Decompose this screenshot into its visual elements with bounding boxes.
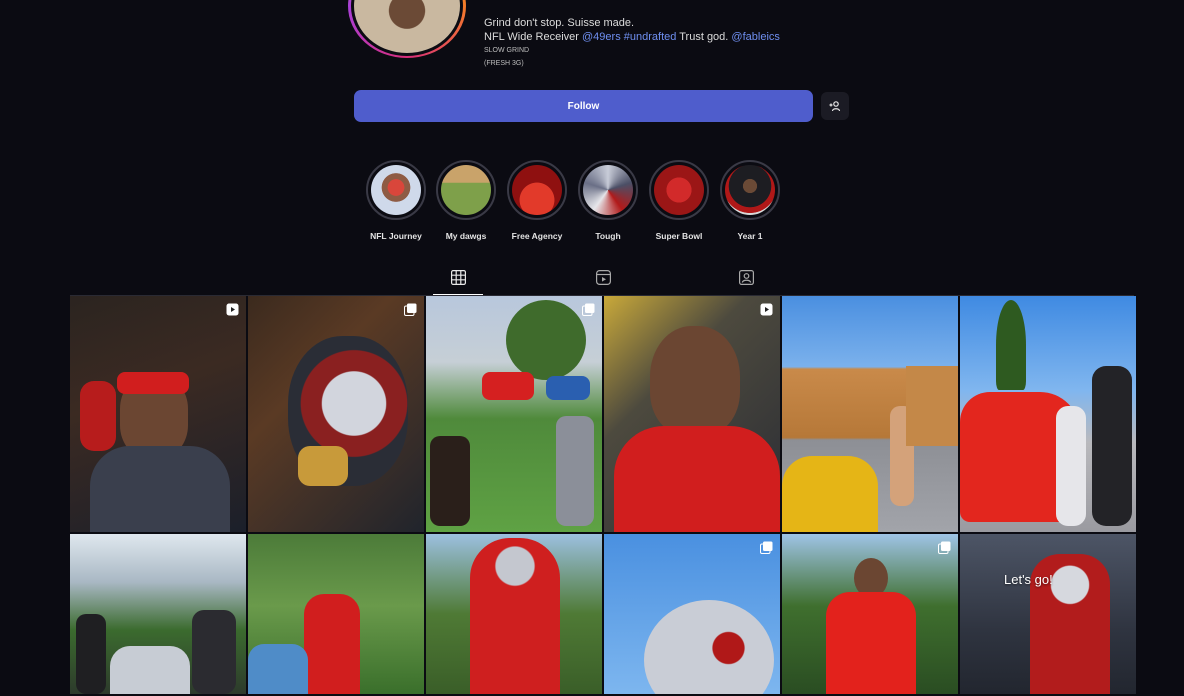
post-tile[interactable] — [604, 296, 780, 532]
post-overlay-text: Let's go! — [1004, 572, 1053, 587]
post-figure — [614, 426, 780, 532]
highlight-year-1[interactable]: Year 1 — [710, 160, 790, 241]
post-tile[interactable] — [248, 534, 424, 694]
highlight-cover — [654, 165, 704, 215]
post-figure — [80, 381, 116, 451]
post-figure — [248, 644, 308, 694]
post-figure — [470, 538, 560, 694]
post-figure — [192, 610, 236, 694]
highlight-label: Tough — [595, 231, 621, 241]
highlight-my-dawgs[interactable]: My dawgs — [426, 160, 506, 241]
post-tile[interactable] — [70, 534, 246, 694]
reel-icon — [760, 303, 773, 316]
grid-icon — [450, 270, 466, 285]
tab-reels[interactable] — [588, 270, 618, 292]
post-tile[interactable] — [248, 296, 424, 532]
bio-mention-fableics[interactable]: @fableics — [731, 31, 779, 43]
post-figure — [996, 300, 1026, 390]
highlight-tough[interactable]: Tough — [568, 160, 648, 241]
highlight-super-bowl[interactable]: Super Bowl — [639, 160, 719, 241]
carousel-icon — [404, 303, 417, 316]
highlight-cover — [512, 165, 562, 215]
highlight-free-agency[interactable]: Free Agency — [497, 160, 577, 241]
post-tile[interactable] — [426, 296, 602, 532]
post-figure — [482, 372, 534, 400]
post-figure — [76, 614, 106, 694]
bio-mention-49ers[interactable]: @49ers — [582, 31, 621, 43]
highlight-nfl-journey[interactable]: NFL Journey — [356, 160, 436, 241]
bio-line-2: NFL Wide Receiver @49ers #undrafted Trus… — [484, 30, 780, 44]
post-tile[interactable]: Let's go! — [960, 534, 1136, 694]
post-tile[interactable] — [782, 534, 958, 694]
carousel-icon — [582, 303, 595, 316]
post-figure — [644, 600, 774, 694]
profile-avatar[interactable] — [348, 0, 466, 58]
post-figure — [650, 326, 740, 436]
post-figure — [90, 446, 230, 532]
follow-button[interactable]: Follow — [354, 90, 813, 122]
carousel-icon — [938, 541, 951, 554]
suggest-users-button[interactable] — [821, 92, 849, 120]
bio-text: Trust god. — [679, 31, 729, 43]
highlight-cover — [441, 165, 491, 215]
post-figure — [546, 376, 590, 400]
post-figure — [117, 372, 189, 394]
profile-photo — [351, 0, 463, 56]
post-tile[interactable] — [604, 534, 780, 694]
tab-tagged[interactable] — [731, 270, 761, 292]
bio-line-3: SLOW GRIND — [484, 47, 530, 54]
post-figure — [430, 436, 470, 526]
tab-posts[interactable] — [433, 270, 483, 295]
posts-grid: Let's go! — [70, 296, 1136, 696]
highlight-label: Super Bowl — [655, 231, 703, 241]
profile-bio: Grind don't stop. Suisse made. NFL Wide … — [484, 16, 780, 70]
tagged-icon — [738, 270, 754, 285]
post-figure — [1092, 366, 1132, 526]
highlight-label: My dawgs — [445, 231, 487, 241]
post-tile[interactable] — [426, 534, 602, 694]
add-user-icon — [829, 101, 841, 112]
post-figure — [1056, 406, 1086, 526]
highlight-cover — [583, 165, 633, 215]
bio-line-4: (FRESH 3G) — [484, 60, 524, 67]
carousel-icon — [760, 541, 773, 554]
highlight-cover — [725, 165, 775, 215]
post-figure — [556, 416, 594, 526]
highlight-label: NFL Journey — [370, 231, 422, 241]
highlight-label: Year 1 — [737, 231, 763, 241]
post-figure — [506, 300, 586, 380]
bio-role: NFL Wide Receiver — [484, 31, 579, 43]
post-tile[interactable] — [70, 296, 246, 532]
post-figure — [906, 366, 958, 446]
post-tile[interactable] — [960, 296, 1136, 532]
post-figure — [782, 456, 878, 532]
post-figure — [826, 592, 916, 694]
reels-icon — [595, 270, 611, 285]
highlight-cover — [371, 165, 421, 215]
highlight-label: Free Agency — [511, 231, 563, 241]
post-figure — [304, 594, 360, 694]
bio-line-1: Grind don't stop. Suisse made. — [484, 17, 635, 29]
post-figure — [298, 446, 348, 486]
post-figure — [110, 646, 190, 694]
post-tile[interactable] — [782, 296, 958, 532]
reel-icon — [226, 303, 239, 316]
bio-hashtag-undrafted[interactable]: #undrafted — [624, 31, 677, 43]
